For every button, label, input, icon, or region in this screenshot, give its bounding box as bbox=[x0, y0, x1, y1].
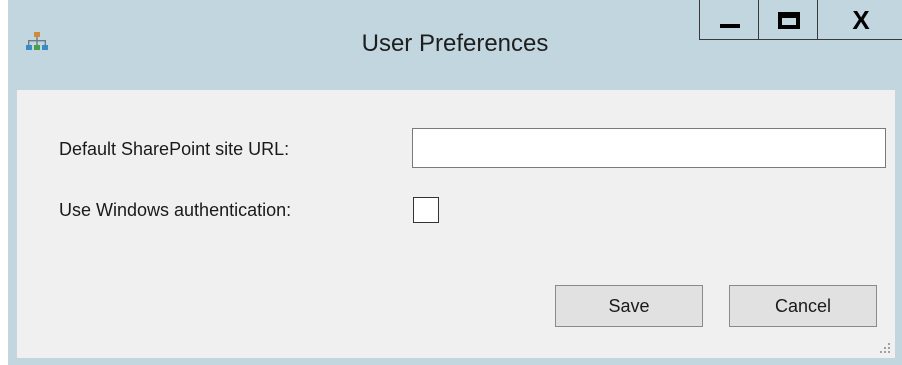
cancel-button[interactable]: Cancel bbox=[729, 285, 877, 327]
resize-grip-icon[interactable] bbox=[879, 342, 891, 354]
sharepoint-url-input[interactable] bbox=[412, 128, 886, 168]
maximize-button[interactable] bbox=[758, 0, 818, 40]
save-button[interactable]: Save bbox=[555, 285, 703, 327]
close-icon: X bbox=[852, 5, 870, 35]
user-preferences-window: User Preferences X Default SharePoint si… bbox=[8, 0, 902, 365]
window-frame-bottom bbox=[8, 358, 902, 365]
minimize-button[interactable] bbox=[699, 0, 759, 40]
sharepoint-url-label: Default SharePoint site URL: bbox=[59, 139, 290, 159]
title-bar: User Preferences X bbox=[8, 0, 902, 90]
windows-auth-label: Use Windows authentication: bbox=[59, 200, 292, 220]
windows-auth-checkbox[interactable] bbox=[413, 197, 439, 223]
close-button[interactable]: X bbox=[817, 0, 902, 40]
maximize-icon bbox=[778, 12, 800, 29]
window-frame-left bbox=[8, 90, 16, 365]
minimize-icon bbox=[720, 24, 740, 28]
window-frame-right bbox=[894, 90, 902, 365]
dialog-content: Default SharePoint site URL: Use Windows… bbox=[16, 90, 895, 358]
